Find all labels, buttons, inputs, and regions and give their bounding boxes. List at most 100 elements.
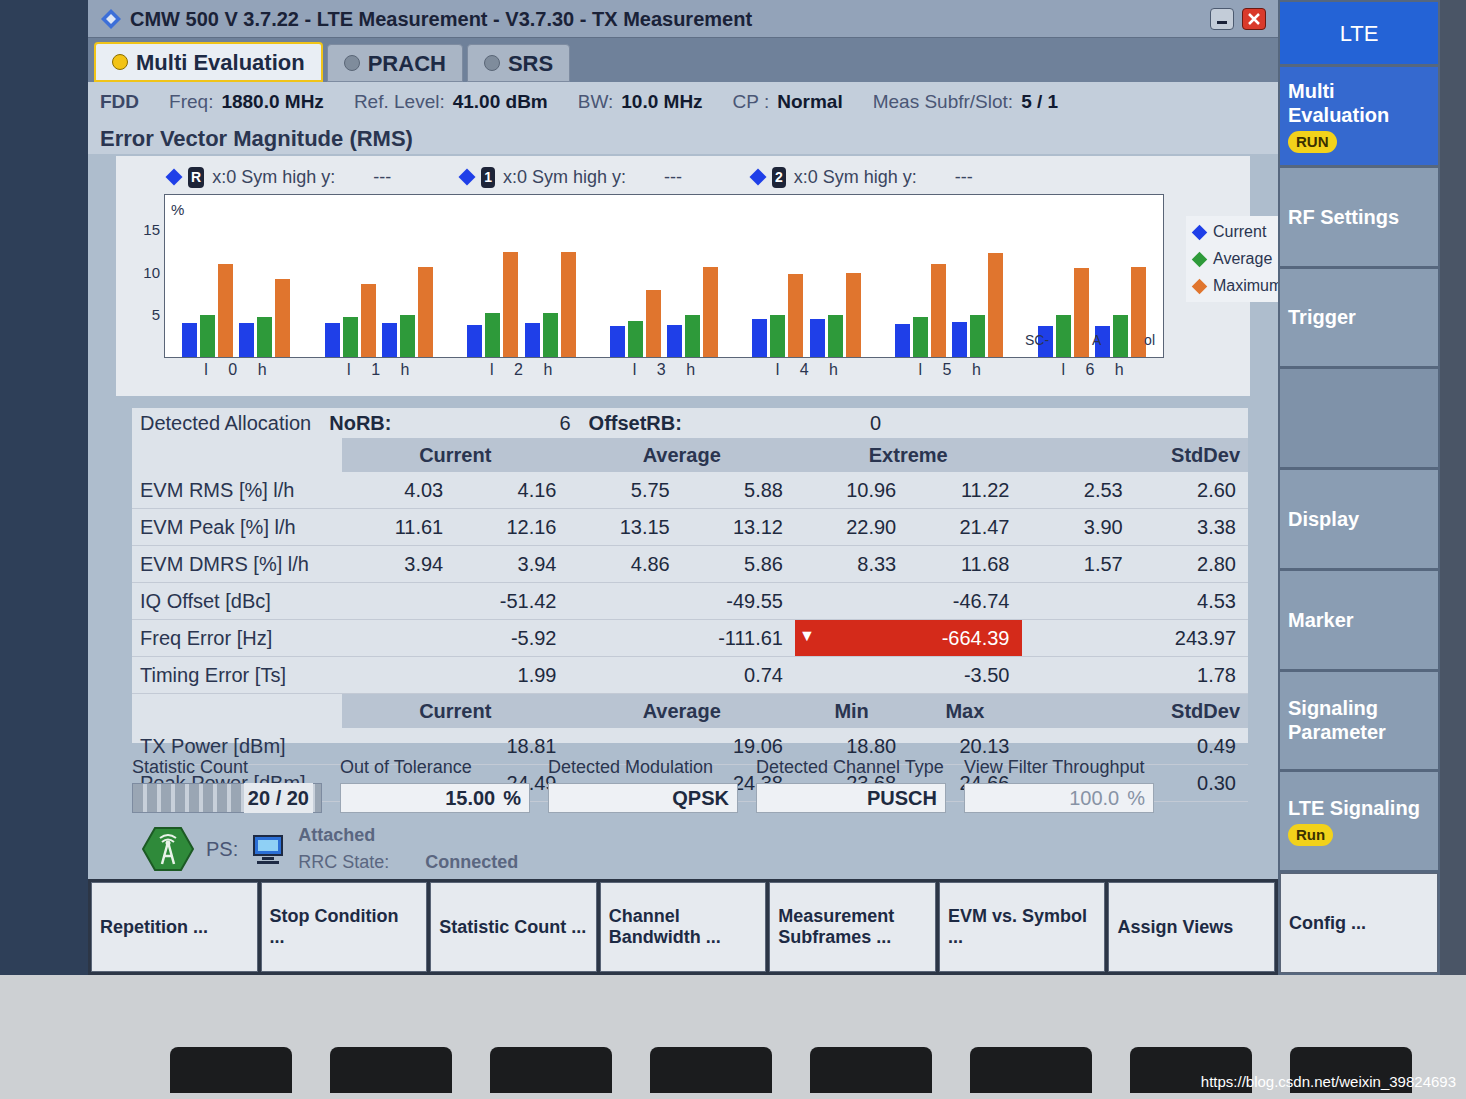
info-label: Meas Subfr/Slot:: [873, 88, 1013, 117]
hardware-key[interactable]: [490, 1047, 612, 1093]
bar: [1113, 315, 1128, 357]
field-box: PUSCH: [756, 783, 946, 813]
softkey-label[interactable]: Repetition ...: [100, 917, 208, 938]
field-label: Out of Tolerance: [340, 754, 530, 781]
hardware-key[interactable]: [970, 1047, 1092, 1093]
bar: [913, 317, 928, 357]
bar-cluster: [325, 195, 376, 357]
field-value: 15.00: [445, 783, 495, 813]
softkey[interactable]: EVM vs. Symbol ...: [939, 882, 1106, 972]
table-cell: 12.16: [455, 509, 568, 546]
screen-row: CMW 500 V 3.7.22 - LTE Measurement - V3.…: [0, 0, 1466, 975]
run-badge: RUN: [1288, 131, 1337, 154]
app-logo-icon: [100, 8, 122, 30]
softkey-label[interactable]: Stop Condition ...: [270, 906, 419, 947]
bar: [628, 321, 643, 357]
tab[interactable]: SRS: [467, 44, 570, 82]
bar: [1056, 315, 1071, 357]
marker-diamond-icon: [459, 169, 476, 186]
main-area: CMW 500 V 3.7.22 - LTE Measurement - V3.…: [88, 0, 1278, 975]
ps-label: PS:: [206, 834, 238, 864]
info-row: FDDFreq:1880.0 MHzRef. Level:41.00 dBmBW…: [88, 82, 1278, 122]
side-key-label[interactable]: Multi Evaluation: [1288, 79, 1430, 127]
softkey[interactable]: Assign Views: [1108, 882, 1275, 972]
tab-bar: Multi Evaluation PRACH SRS: [88, 38, 1278, 82]
header-spacer: [132, 438, 342, 472]
hardware-key[interactable]: [810, 1047, 932, 1093]
table-cell: -111.61: [569, 620, 796, 657]
side-key-label[interactable]: Trigger: [1288, 305, 1430, 329]
view-filter-throughput: View Filter Throughput100.0%: [964, 754, 1154, 813]
table-cell: 4.86: [569, 546, 682, 583]
table-cell: 5.75: [569, 472, 682, 509]
bar-group: [308, 195, 451, 357]
bar: [970, 315, 985, 357]
side-key[interactable]: LTE SignalingRun: [1280, 772, 1438, 870]
side-key[interactable]: Config ...: [1280, 873, 1438, 973]
side-key[interactable]: Trigger: [1280, 269, 1438, 367]
softkey-label[interactable]: Channel Bandwidth ...: [609, 906, 758, 947]
softkey[interactable]: Measurement Subframes ...: [769, 882, 936, 972]
side-key[interactable]: RF Settings: [1280, 168, 1438, 266]
watermark: https://blog.csdn.net/weixin_39824693: [1201, 1071, 1456, 1094]
tab-label[interactable]: PRACH: [368, 47, 446, 80]
softkey-label[interactable]: Measurement Subframes ...: [778, 906, 927, 947]
side-key-label[interactable]: Display: [1288, 507, 1430, 531]
close-icon[interactable]: [1242, 8, 1266, 30]
title-bar: CMW 500 V 3.7.22 - LTE Measurement - V3.…: [88, 0, 1278, 38]
hardware-key[interactable]: [330, 1047, 452, 1093]
tab-label[interactable]: SRS: [508, 47, 553, 80]
side-panel: LTE Multi Evaluation RUN RF Settings Trigger…: [1278, 0, 1440, 975]
table-cell: 22.90: [795, 509, 908, 546]
tab[interactable]: Multi Evaluation: [94, 42, 323, 82]
tab[interactable]: PRACH: [327, 44, 463, 82]
side-key[interactable]: Signaling Parameter: [1280, 672, 1438, 770]
side-key[interactable]: Multi Evaluation RUN: [1280, 67, 1438, 165]
softkey-label[interactable]: Statistic Count ...: [439, 917, 586, 938]
table-cell: 3.94: [342, 546, 455, 583]
info-label: Ref. Level:: [354, 88, 445, 117]
bar: [667, 325, 682, 357]
computer-icon: [250, 832, 286, 866]
info-label: Freq:: [169, 88, 213, 117]
table-cell: 2.53: [1022, 472, 1135, 509]
softkey[interactable]: Stop Condition ...: [261, 882, 428, 972]
cell-text: 4.53: [1197, 590, 1236, 612]
x-tick-high: h: [686, 358, 695, 382]
hardware-key[interactable]: [650, 1047, 772, 1093]
bar-cluster: [525, 195, 576, 357]
column-header: Extreme: [795, 438, 1022, 472]
marker-diamond-icon: [166, 169, 183, 186]
bar-cluster: [895, 195, 946, 357]
detected-channel-type: Detected Channel TypePUSCH: [756, 754, 946, 813]
minimize-icon[interactable]: [1210, 8, 1234, 30]
bar: [503, 252, 518, 357]
side-key-label[interactable]: Config ...: [1289, 910, 1366, 937]
bar: [846, 273, 861, 357]
softkey-label[interactable]: EVM vs. Symbol ...: [948, 906, 1097, 947]
cell-text: 1.99: [518, 664, 557, 686]
hardware-key[interactable]: [170, 1047, 292, 1093]
side-key[interactable]: Marker: [1280, 571, 1438, 669]
row-label: IQ Offset [dBc]: [132, 583, 342, 620]
bar: [646, 290, 661, 357]
softkey[interactable]: Repetition ...: [91, 882, 258, 972]
tab-label[interactable]: Multi Evaluation: [136, 46, 305, 79]
bar: [343, 317, 358, 357]
side-key-label[interactable]: RF Settings: [1288, 205, 1430, 229]
side-key[interactable]: Display: [1280, 470, 1438, 568]
bar: [610, 326, 625, 357]
side-key-label[interactable]: Marker: [1288, 608, 1430, 632]
panel-header: LTE: [1280, 2, 1438, 64]
softkey-label[interactable]: Assign Views: [1117, 917, 1233, 938]
out-of-tolerance: Out of Tolerance15.00%: [340, 754, 530, 813]
side-key-label[interactable]: LTE Signaling: [1288, 796, 1430, 820]
bar-group: [450, 195, 593, 357]
bar: [561, 252, 576, 357]
softkey[interactable]: Statistic Count ...: [430, 882, 597, 972]
side-key-label[interactable]: Signaling Parameter: [1288, 696, 1430, 744]
field-label: Statistic Count: [132, 754, 322, 781]
softkey[interactable]: Channel Bandwidth ...: [600, 882, 767, 972]
legend-item: Average: [1194, 247, 1282, 271]
field-box: 15.00%: [340, 783, 530, 813]
